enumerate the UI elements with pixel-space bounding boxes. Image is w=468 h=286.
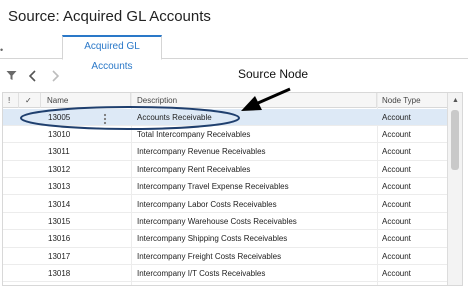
forward-arrow-icon[interactable]: [50, 70, 64, 84]
cell-description: Intercompany Travel Expense Receivables: [137, 182, 289, 192]
cell-name: 13013: [48, 182, 71, 192]
table-row[interactable]: 13005 Accounts Receivable Account: [3, 108, 448, 126]
cell-name: 13018: [48, 269, 71, 279]
table-row[interactable]: 13013 Intercompany Travel Expense Receiv…: [3, 178, 448, 196]
cell-description: Intercompany I/T Costs Receivables: [137, 269, 266, 279]
vertical-scrollbar[interactable]: ▲: [447, 93, 462, 285]
cell-node-type: Account: [382, 269, 411, 279]
table-row[interactable]: 13017 Intercompany Freight Costs Receiva…: [3, 248, 448, 266]
cell-name: 13014: [48, 199, 71, 209]
scroll-thumb[interactable]: [451, 110, 459, 170]
cell-description: Intercompany Warehouse Costs Receivables: [137, 216, 297, 226]
tab-acquired-gl-accounts[interactable]: Acquired GL Accounts: [62, 35, 162, 72]
cell-name: 13017: [48, 251, 71, 261]
cell-node-type: Account: [382, 164, 411, 174]
cell-description: Intercompany Revenue Receivables: [137, 147, 266, 157]
table-row[interactable]: 13014 Intercompany Labor Costs Receivabl…: [3, 196, 448, 213]
table-row[interactable]: 13010 Total Intercompany Receivables Acc…: [3, 126, 448, 144]
accounts-grid: ! ✓ Name Description Node Type 13005 Acc…: [2, 92, 463, 286]
column-header-check[interactable]: ✓: [19, 93, 41, 108]
cell-name: 13015: [48, 216, 71, 226]
source-node-annotation: Source Node: [238, 67, 309, 81]
cell-name: 13005: [48, 112, 71, 122]
column-header-node-type[interactable]: Node Type: [377, 93, 448, 108]
scroll-up-icon[interactable]: ▲: [448, 93, 462, 108]
cell-node-type: Account: [382, 182, 411, 192]
cell-node-type: Account: [382, 112, 411, 122]
back-arrow-icon[interactable]: [28, 70, 42, 84]
grid-header: ! ✓ Name Description Node Type: [3, 93, 448, 108]
cell-node-type: Account: [382, 216, 411, 226]
cell-description: Intercompany Shipping Costs Receivables: [137, 234, 288, 244]
column-header-status[interactable]: !: [3, 93, 19, 108]
previous-tab-edge[interactable]: •: [0, 45, 3, 55]
cell-name: 13010: [48, 129, 71, 139]
drag-handle-icon[interactable]: [102, 113, 108, 125]
table-row[interactable]: 13018 Intercompany I/T Costs Receivables…: [3, 265, 448, 283]
column-header-description[interactable]: Description: [131, 93, 377, 108]
cell-node-type: Account: [382, 251, 411, 261]
cell-description: Total Intercompany Receivables: [137, 129, 251, 139]
cell-name: 13011: [48, 147, 70, 157]
cell-node-type: Account: [382, 199, 411, 209]
tab-bar: • Acquired GL Accounts: [0, 35, 468, 72]
table-row[interactable]: 13016 Intercompany Shipping Costs Receiv…: [3, 230, 448, 248]
table-row[interactable]: 13011 Intercompany Revenue Receivables A…: [3, 143, 448, 161]
column-header-name[interactable]: Name: [41, 93, 131, 108]
cell-description: Intercompany Freight Costs Receivables: [137, 251, 282, 261]
cell-description: Intercompany Labor Costs Receivables: [137, 199, 277, 209]
table-row[interactable]: 13012 Intercompany Rent Receivables Acco…: [3, 161, 448, 179]
filter-icon[interactable]: [6, 70, 20, 84]
cell-node-type: Account: [382, 129, 411, 139]
cell-node-type: Account: [382, 147, 411, 157]
cell-name: 13012: [48, 164, 71, 174]
page-title: Source: Acquired GL Accounts: [8, 8, 211, 25]
cell-description: Intercompany Rent Receivables: [137, 164, 251, 174]
cell-name: 13016: [48, 234, 71, 244]
cell-description: Accounts Receivable: [137, 112, 212, 122]
table-row[interactable]: 13015 Intercompany Warehouse Costs Recei…: [3, 213, 448, 231]
cell-node-type: Account: [382, 234, 411, 244]
